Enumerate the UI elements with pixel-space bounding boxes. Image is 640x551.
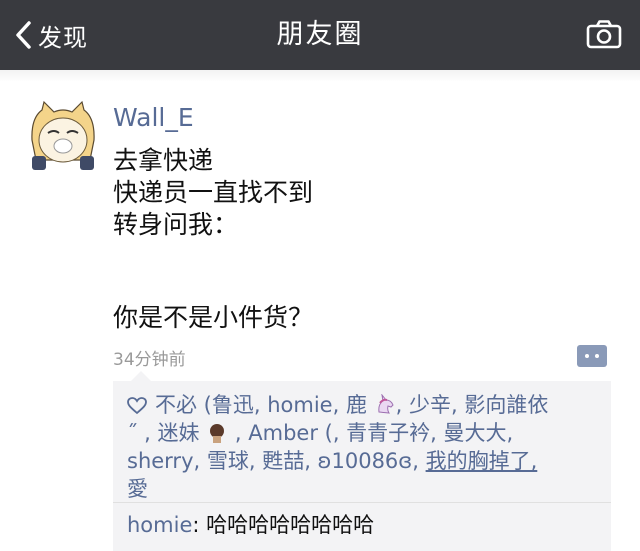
post-text-line: 去拿快递 [113, 146, 214, 175]
likes-text: ˝ , 迷妹 [127, 421, 200, 445]
heart-icon [127, 397, 147, 415]
camera-icon [586, 20, 622, 49]
likes-text: 不必 (鲁迅, homie, 鹿 [155, 393, 367, 417]
comment-item[interactable]: homie: 哈哈哈哈哈哈哈哈 [127, 511, 374, 539]
sticker-emoji-icon [210, 424, 225, 443]
likes-text: sherry, 雪球, 甦喆, ʚ10086ɞ, [127, 449, 426, 473]
likes-list: sherry, 雪球, 甦喆, ʚ10086ɞ, 我的胸掉了, [127, 447, 537, 475]
page-title: 朋友圈 [276, 19, 364, 50]
likes-list: ˝ , 迷妹 , Amber (, 青青子衿, 曼大大, [127, 419, 513, 447]
more-icon[interactable] [577, 345, 607, 367]
unicorn-emoji-icon [377, 394, 394, 414]
post-text-line: 你是不是小件货？ [113, 303, 314, 332]
likes-text: , Amber (, 青青子衿, 曼大大, [234, 421, 514, 445]
likes-text: 愛 [127, 477, 148, 501]
navbar-shadow [0, 70, 640, 82]
post-author-name[interactable]: Wall_E [113, 103, 194, 132]
comment-divider [113, 502, 611, 503]
post-text-line: 转身问我： [113, 210, 239, 239]
avatar[interactable] [28, 100, 98, 172]
post-timestamp: 34分钟前 [113, 350, 186, 370]
likes-text: , 少辛, 影向誰依 [395, 393, 549, 417]
liker-link[interactable]: 我的胸掉了, [426, 449, 538, 473]
comment-text: 哈哈哈哈哈哈哈哈 [206, 513, 375, 537]
camera-button[interactable] [586, 19, 622, 53]
comment-author[interactable]: homie [127, 513, 192, 537]
post-text-line: 快递员一直找不到 [113, 178, 314, 207]
comment-box: 不必 (鲁迅, homie, 鹿 , 少辛, 影向誰依 ˝ , 迷妹 , Amb… [113, 371, 611, 551]
likes-list: 不必 (鲁迅, homie, 鹿 , 少辛, 影向誰依 [127, 391, 548, 419]
navigation-bar: 发现 朋友圈 [0, 0, 640, 70]
